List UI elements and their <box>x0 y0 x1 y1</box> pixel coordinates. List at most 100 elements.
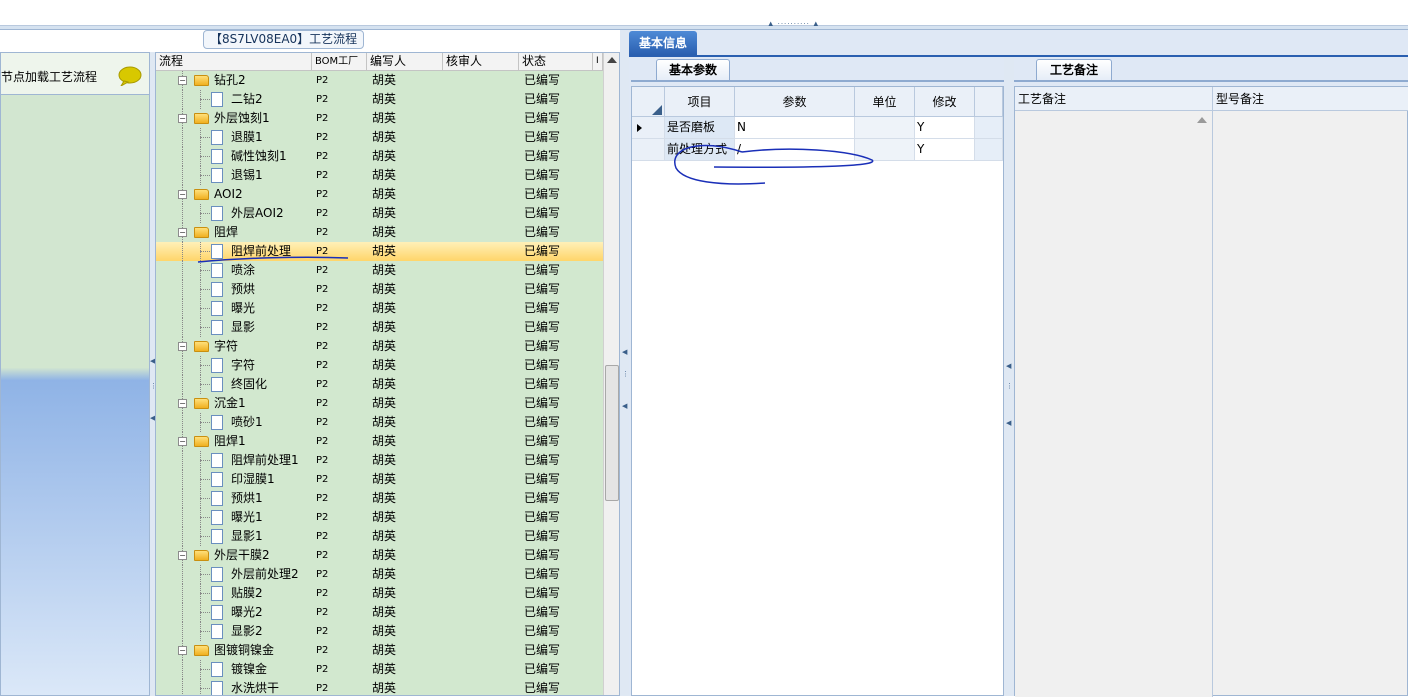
tree-col-header-status[interactable]: 状态 <box>519 53 593 71</box>
tree-row[interactable]: 二钻2 P2 胡英 已编写 <box>156 90 603 109</box>
tree-row[interactable]: − 沉金1 P2 胡英 已编写 <box>156 394 603 413</box>
tree-row[interactable]: 曝光2 P2 胡英 已编写 <box>156 603 603 622</box>
notes-col-model[interactable]: 型号备注 <box>1213 87 1408 111</box>
collapse-toggle-icon[interactable]: − <box>178 76 187 85</box>
middle-splitter[interactable]: ◀ ⋮ ◀ <box>620 30 629 696</box>
tree-row[interactable]: 显影1 P2 胡英 已编写 <box>156 527 603 546</box>
tree-row[interactable]: 退锡1 P2 胡英 已编写 <box>156 166 603 185</box>
tree-node-cell[interactable]: 阻焊前处理 <box>156 242 312 261</box>
tree-node-cell[interactable]: − AOI2 <box>156 185 312 204</box>
tree-row[interactable]: 贴膜2 P2 胡英 已编写 <box>156 584 603 603</box>
tree-node-cell[interactable]: 喷涂 <box>156 261 312 280</box>
tree-row[interactable]: 退膜1 P2 胡英 已编写 <box>156 128 603 147</box>
tree-row[interactable]: 曝光 P2 胡英 已编写 <box>156 299 603 318</box>
tree-node-cell[interactable]: 显影2 <box>156 622 312 641</box>
params-row[interactable]: 前处理方式 / Y <box>632 139 1003 161</box>
tree-row[interactable]: 外层AOI2 P2 胡英 已编写 <box>156 204 603 223</box>
row-indicator[interactable] <box>632 117 665 138</box>
tree-node-cell[interactable]: 终固化 <box>156 375 312 394</box>
tree-node-cell[interactable]: − 钻孔2 <box>156 71 312 90</box>
scroll-up-icon[interactable] <box>607 57 617 63</box>
collapse-toggle-icon[interactable]: − <box>178 399 187 408</box>
row-indicator[interactable] <box>632 139 665 160</box>
tree-row[interactable]: 阻焊前处理1 P2 胡英 已编写 <box>156 451 603 470</box>
tree-node-cell[interactable]: 显影 <box>156 318 312 337</box>
tree-node-cell[interactable]: 阻焊前处理1 <box>156 451 312 470</box>
collapse-toggle-icon[interactable]: − <box>178 646 187 655</box>
collapse-toggle-icon[interactable]: − <box>178 190 187 199</box>
tree-node-cell[interactable]: 曝光1 <box>156 508 312 527</box>
tree-row[interactable]: 喷涂 P2 胡英 已编写 <box>156 261 603 280</box>
tree-col-header-flow[interactable]: 流程 <box>156 53 312 71</box>
params-row[interactable]: 是否磨板 N Y <box>632 117 1003 139</box>
collapse-toggle-icon[interactable]: − <box>178 437 187 446</box>
tree-col-header-writer[interactable]: 编写人 <box>367 53 443 71</box>
params-col-item[interactable]: 项目 <box>665 87 735 117</box>
tree-row[interactable]: 水洗烘干 P2 胡英 已编写 <box>156 679 603 695</box>
tree-row[interactable]: − 图镀铜镍金 P2 胡英 已编写 <box>156 641 603 660</box>
tree-row[interactable]: − 阻焊 P2 胡英 已编写 <box>156 223 603 242</box>
tree-node-cell[interactable]: 二钻2 <box>156 90 312 109</box>
param-item-cell[interactable]: 前处理方式 <box>665 139 735 160</box>
tree-node-cell[interactable]: 预烘1 <box>156 489 312 508</box>
tree-node-cell[interactable]: − 阻焊1 <box>156 432 312 451</box>
param-modify-cell[interactable]: Y <box>915 117 975 138</box>
tree-node-cell[interactable]: 曝光2 <box>156 603 312 622</box>
params-col-modify[interactable]: 修改 <box>915 87 975 117</box>
param-item-cell[interactable]: 是否磨板 <box>665 117 735 138</box>
tree-node-cell[interactable]: − 阻焊 <box>156 223 312 242</box>
tree-node-cell[interactable]: 外层AOI2 <box>156 204 312 223</box>
process-notes-textarea[interactable] <box>1015 111 1213 697</box>
tree-node-cell[interactable]: − 图镀铜镍金 <box>156 641 312 660</box>
tree-node-cell[interactable]: 显影1 <box>156 527 312 546</box>
tree-row[interactable]: 阻焊前处理 P2 胡英 已编写 <box>156 242 603 261</box>
speech-bubble-icon[interactable] <box>118 66 142 86</box>
params-corner-cell[interactable] <box>632 87 665 117</box>
param-value-cell[interactable]: N <box>735 117 855 138</box>
tree-node-cell[interactable]: 预烘 <box>156 280 312 299</box>
tree-row[interactable]: 碱性蚀刻1 P2 胡英 已编写 <box>156 147 603 166</box>
tree-row[interactable]: − AOI2 P2 胡英 已编写 <box>156 185 603 204</box>
tree-node-cell[interactable]: 曝光 <box>156 299 312 318</box>
params-col-unit[interactable]: 单位 <box>855 87 915 117</box>
tree-col-header-bom[interactable]: BOM工厂 <box>312 53 367 71</box>
tree-row[interactable]: 镀镍金 P2 胡英 已编写 <box>156 660 603 679</box>
scrollbar-thumb[interactable] <box>605 365 619 501</box>
tree-row[interactable]: 预烘 P2 胡英 已编写 <box>156 280 603 299</box>
tree-row[interactable]: 外层前处理2 P2 胡英 已编写 <box>156 565 603 584</box>
tree-node-cell[interactable]: − 字符 <box>156 337 312 356</box>
tree-row[interactable]: − 钻孔2 P2 胡英 已编写 <box>156 71 603 90</box>
tree-node-cell[interactable]: 印湿膜1 <box>156 470 312 489</box>
param-value-cell[interactable]: / <box>735 139 855 160</box>
tab-basic-params[interactable]: 基本参数 <box>656 59 730 81</box>
tree-row[interactable]: − 外层蚀刻1 P2 胡英 已编写 <box>156 109 603 128</box>
tree-row[interactable]: 显影 P2 胡英 已编写 <box>156 318 603 337</box>
tree-row[interactable]: 字符 P2 胡英 已编写 <box>156 356 603 375</box>
tab-process-notes[interactable]: 工艺备注 <box>1036 59 1112 81</box>
tree-node-cell[interactable]: 退膜1 <box>156 128 312 147</box>
param-unit-cell[interactable] <box>855 117 915 138</box>
tree-row[interactable]: 终固化 P2 胡英 已编写 <box>156 375 603 394</box>
tree-node-cell[interactable]: 外层前处理2 <box>156 565 312 584</box>
tree-row[interactable]: 显影2 P2 胡英 已编写 <box>156 622 603 641</box>
tree-node-cell[interactable]: 贴膜2 <box>156 584 312 603</box>
param-unit-cell[interactable] <box>855 139 915 160</box>
right-splitter[interactable]: ◀ ⋮ ◀ <box>1004 57 1014 696</box>
params-col-param[interactable]: 参数 <box>735 87 855 117</box>
tree-scrollbar[interactable] <box>603 53 619 695</box>
tree-node-cell[interactable]: − 外层干膜2 <box>156 546 312 565</box>
collapse-toggle-icon[interactable]: − <box>178 114 187 123</box>
tree-node-cell[interactable]: − 外层蚀刻1 <box>156 109 312 128</box>
tree-col-header-reviewer[interactable]: 核审人 <box>443 53 519 71</box>
notes-col-process[interactable]: 工艺备注 <box>1015 87 1213 111</box>
tree-row[interactable]: 曝光1 P2 胡英 已编写 <box>156 508 603 527</box>
collapse-toggle-icon[interactable]: − <box>178 228 187 237</box>
tree-node-cell[interactable]: 退锡1 <box>156 166 312 185</box>
tree-row[interactable]: − 阻焊1 P2 胡英 已编写 <box>156 432 603 451</box>
scroll-up-icon[interactable] <box>1197 117 1207 123</box>
tree-row[interactable]: − 外层干膜2 P2 胡英 已编写 <box>156 546 603 565</box>
tree-node-cell[interactable]: 喷砂1 <box>156 413 312 432</box>
tree-node-cell[interactable]: 字符 <box>156 356 312 375</box>
tree-node-cell[interactable]: − 沉金1 <box>156 394 312 413</box>
tree-col-header-extra[interactable]: I <box>593 53 603 71</box>
